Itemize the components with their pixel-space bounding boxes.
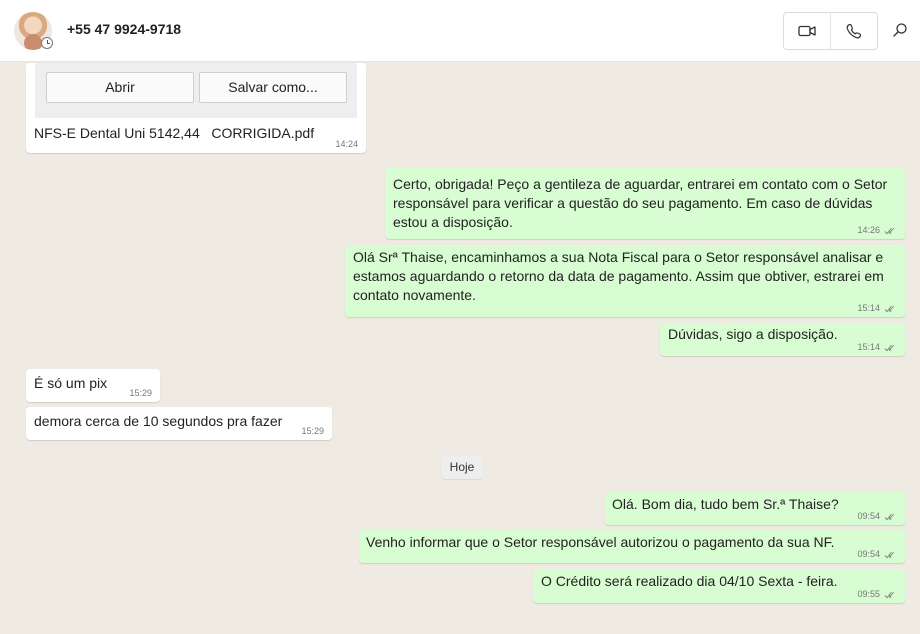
date-separator: Hoje [441,456,483,479]
chat-area: Abrir Salvar como... NFS-E Dental Uni 51… [0,63,920,634]
search-button[interactable] [888,18,912,42]
message-meta: 15:14 [857,342,897,352]
message-text: Certo, obrigada! Peço a gentileza de agu… [393,176,888,230]
message-time: 14:24 [335,139,358,149]
message-text: Venho informar que o Setor responsável a… [366,534,835,550]
outgoing-message[interactable]: Dúvidas, sigo a disposição. 15:14 [660,323,905,356]
message-meta: 15:14 [857,303,897,313]
message-time: 15:14 [857,303,880,313]
message-meta: 09:54 [857,511,897,521]
message-meta: 09:54 [857,549,897,559]
chat-header: +55 47 9924-9718 [0,0,920,62]
double-check-icon [884,344,895,351]
file-actions-panel: Abrir Salvar como... [35,63,357,118]
message-meta: 14:26 [857,225,897,235]
message-time: 15:29 [301,426,324,436]
video-call-icon [798,25,816,37]
incoming-message[interactable]: demora cerca de 10 segundos pra fazer 15… [26,407,332,440]
voice-call-button[interactable] [831,13,877,49]
outgoing-message[interactable]: Olá Srª Thaise, encaminhamos a sua Nota … [345,245,905,317]
outgoing-message[interactable]: O Crédito será realizado dia 04/10 Sexta… [533,569,905,603]
open-file-button[interactable]: Abrir [46,72,194,103]
double-check-icon [884,551,895,558]
message-time: 09:54 [857,549,880,559]
clock-status-icon [41,37,53,49]
message-time: 09:54 [857,511,880,521]
message-text: Olá. Bom dia, tudo bem Sr.ª Thaise? [612,496,839,512]
double-check-icon [884,591,895,598]
contact-name[interactable]: +55 47 9924-9718 [67,21,181,37]
double-check-icon [884,513,895,520]
double-check-icon [884,305,895,312]
message-text: demora cerca de 10 segundos pra fazer [34,413,283,429]
file-name[interactable]: NFS-E Dental Uni 5142,44 CORRIGIDA.pdf [34,124,314,143]
voice-call-icon [846,23,862,39]
double-check-icon [884,227,895,234]
video-call-button[interactable] [784,13,830,49]
message-time: 14:26 [857,225,880,235]
outgoing-message[interactable]: Certo, obrigada! Peço a gentileza de agu… [385,167,905,239]
search-icon [893,23,907,37]
message-text: Olá Srª Thaise, encaminhamos a sua Nota … [353,249,884,303]
message-meta: 09:55 [857,589,897,599]
save-file-as-button[interactable]: Salvar como... [199,72,347,103]
message-time: 15:29 [129,388,152,398]
call-buttons-group [783,12,878,50]
outgoing-message[interactable]: Olá. Bom dia, tudo bem Sr.ª Thaise? 09:5… [605,492,905,525]
incoming-message[interactable]: É só um pix 15:29 [26,369,160,402]
outgoing-message[interactable]: Venho informar que o Setor responsável a… [359,530,905,563]
message-time: 09:55 [857,589,880,599]
message-text: O Crédito será realizado dia 04/10 Sexta… [541,573,838,589]
message-time: 15:14 [857,342,880,352]
file-attachment-message: Abrir Salvar como... NFS-E Dental Uni 51… [26,63,366,153]
